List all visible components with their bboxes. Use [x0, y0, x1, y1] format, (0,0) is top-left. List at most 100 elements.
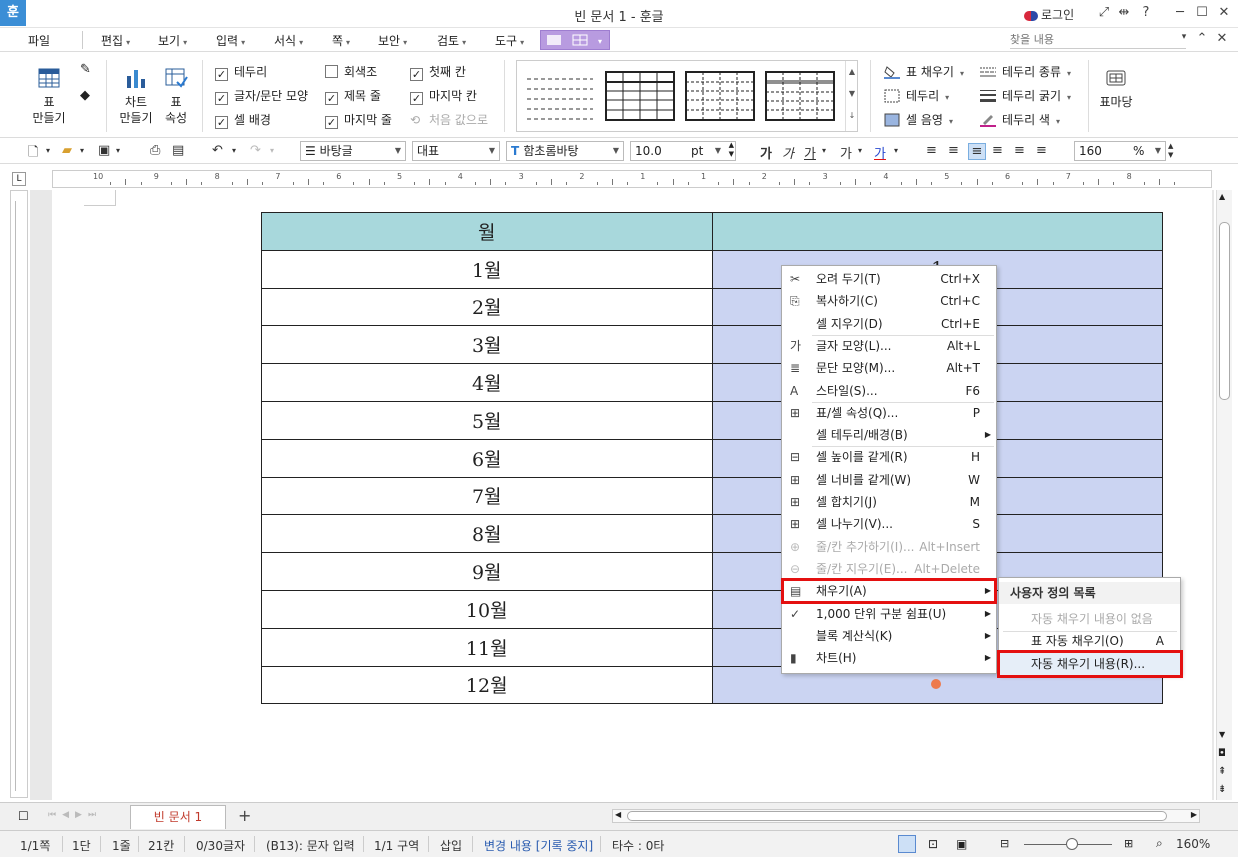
horizontal-ruler[interactable]: 10 9 8 7 6 5 4 3 2 1 1 2 3 4 5 6 7 8 — [52, 170, 1212, 188]
align-divide-icon[interactable]: ≡ — [1036, 143, 1047, 158]
preview-icon[interactable]: ▤ — [172, 143, 184, 158]
view-page-icon[interactable] — [898, 835, 916, 853]
fullscreen-icon[interactable]: ⤢ — [1096, 5, 1112, 20]
spinner-icon[interactable]: ▲ ▼ — [729, 141, 734, 159]
style-select[interactable]: ☰ 바탕글 ▼ — [300, 141, 406, 161]
menu-tools[interactable]: 도구 ▾ — [495, 32, 524, 49]
cell-shade-button[interactable]: 셀 음영 ▾ — [884, 111, 953, 129]
chevron-down-icon[interactable]: ▾ — [116, 146, 120, 155]
help-icon[interactable]: ? — [1138, 5, 1154, 20]
month-cell[interactable]: 10월 — [261, 589, 713, 629]
prev-page-icon[interactable]: ⇞ — [1218, 766, 1226, 777]
search-input[interactable] — [1010, 31, 1186, 49]
month-cell[interactable]: 12월 — [261, 665, 713, 705]
context-item-8[interactable]: ⊟ 셀 높이를 같게(R) H — [782, 446, 996, 468]
zoom-slider-knob[interactable] — [1066, 838, 1078, 850]
fill-handle-icon[interactable] — [931, 679, 941, 689]
scroll-right-icon[interactable]: ▶ — [1191, 810, 1197, 819]
menu-page[interactable]: 쪽 ▾ — [332, 32, 350, 49]
memo-icon[interactable]: ☐ — [18, 809, 29, 823]
month-cell[interactable]: 4월 — [261, 363, 713, 402]
add-tab-button[interactable]: + — [238, 806, 251, 825]
open-folder-icon[interactable]: ▰ — [62, 143, 72, 158]
font-select[interactable]: T 함초롬바탕 ▼ — [506, 141, 624, 161]
view-full-icon[interactable]: ▣ — [956, 837, 967, 851]
menu-edit[interactable]: 편집 ▾ — [101, 32, 130, 49]
border-button[interactable]: 테두리 ▾ — [884, 87, 949, 105]
chart-make-button[interactable]: 차트 만들기 — [116, 66, 156, 126]
table-fill-button[interactable]: 표 채우기 ▾ — [884, 63, 964, 81]
table-props-button[interactable]: 표 속성 — [160, 66, 192, 126]
chevron-down-icon[interactable]: ▾ — [858, 146, 862, 155]
context-item-16[interactable]: 블록 계산식(K) ▶ — [782, 625, 996, 647]
context-item-10[interactable]: ⊞ 셀 합치기(J) M — [782, 491, 996, 513]
ruler-corner-icon[interactable]: L — [12, 172, 26, 186]
menu-security[interactable]: 보안 ▾ — [378, 32, 407, 49]
maximize-icon[interactable]: ☐ — [1194, 5, 1210, 20]
vertical-scrollbar[interactable]: ▲ ▼ ◘ ⇞ ⇟ — [1216, 190, 1232, 800]
arrange-icon[interactable]: ⇹ — [1116, 5, 1132, 20]
scroll-thumb[interactable] — [1219, 222, 1230, 400]
new-doc-icon[interactable]: 🗋 — [28, 143, 38, 165]
draw-cell-icon[interactable]: ✎ — [80, 62, 96, 78]
bold-icon[interactable]: 가 — [760, 143, 772, 162]
status-page[interactable]: 1/1쪽 — [20, 837, 50, 854]
scroll-up-icon[interactable]: ▲ — [1219, 192, 1225, 201]
context-item-1[interactable]: ⎘ 복사하기(C) Ctrl+C — [782, 290, 996, 312]
chevron-down-icon[interactable]: ▾ — [894, 146, 898, 155]
char-para-checkbox[interactable]: ✓ 글자/문단 모양 — [215, 87, 308, 105]
strikeout-icon[interactable]: 가 — [840, 143, 852, 162]
table-make-button[interactable]: 표 만들기 — [30, 66, 68, 126]
menu-file[interactable]: 파일 — [28, 32, 50, 49]
title-row-checkbox[interactable]: ✓ 제목 줄 — [325, 87, 381, 105]
scroll-thumb[interactable] — [627, 811, 1167, 821]
scroll-up-icon[interactable]: ▲ — [846, 61, 858, 83]
context-item-17[interactable]: ▮ 차트(H) ▶ — [782, 647, 996, 669]
table-menu-tab[interactable]: ▾ — [540, 30, 610, 50]
italic-icon[interactable]: 가 — [782, 143, 794, 162]
border-checkbox[interactable]: ✓ 테두리 — [215, 63, 267, 81]
month-cell[interactable]: 3월 — [261, 325, 713, 365]
header-cell-value[interactable] — [711, 212, 1163, 251]
context-item-3[interactable]: 가 글자 모양(L)... Alt+L — [782, 335, 996, 357]
chevron-down-icon[interactable]: ▾ — [822, 146, 826, 155]
chevron-down-icon[interactable]: ▾ — [232, 146, 236, 155]
context-item-0[interactable]: ✂ 오려 두기(T) Ctrl+X — [782, 268, 996, 290]
table-autofill-item[interactable]: 표 자동 채우기(O) A — [999, 630, 1180, 652]
first-col-checkbox[interactable]: ✓ 첫째 칸 — [410, 63, 466, 81]
border-type-button[interactable]: 테두리 종류 ▾ — [980, 63, 1071, 81]
close-icon[interactable]: ✕ — [1216, 5, 1232, 20]
chevron-down-icon[interactable]: ▾ — [46, 146, 50, 155]
month-cell[interactable]: 5월 — [261, 400, 713, 440]
menu-insert[interactable]: 입력 ▾ — [216, 32, 245, 49]
horizontal-scrollbar[interactable]: ◀ ▶ — [612, 809, 1200, 823]
menu-view[interactable]: 보기 ▾ — [158, 32, 187, 49]
chevron-down-icon[interactable]: ▾ — [80, 146, 84, 155]
lang-select[interactable]: 대표 ▼ — [412, 141, 500, 161]
gallery-scroll[interactable]: ▲ ▼ ↓ — [845, 61, 858, 131]
context-item-6[interactable]: ⊞ 표/셀 속성(Q)... P — [782, 402, 996, 424]
status-insert-mode[interactable]: 삽입 — [440, 837, 462, 854]
context-item-15[interactable]: ✓ 1,000 단위 구분 쉼표(U) ▶ — [782, 603, 996, 625]
undo-icon[interactable]: ↶ — [212, 143, 223, 158]
vertical-ruler[interactable] — [10, 190, 28, 798]
view-width-icon[interactable]: ⊡ — [928, 837, 938, 851]
scroll-down-icon[interactable]: ▼ — [1219, 730, 1225, 739]
table-style-grid-dashed[interactable] — [685, 71, 755, 121]
table-pour-button[interactable]: 표마당 — [1096, 66, 1136, 110]
context-item-4[interactable]: ≣ 문단 모양(M)... Alt+T — [782, 357, 996, 379]
zoom-out-icon[interactable]: ⊟ — [1000, 837, 1009, 850]
next-page-icon[interactable]: ⇟ — [1218, 784, 1226, 795]
month-cell[interactable]: 9월 — [261, 552, 713, 591]
context-item-11[interactable]: ⊞ 셀 나누기(V)... S — [782, 513, 996, 535]
align-right-icon[interactable]: ≡ — [992, 143, 1003, 158]
font-size-input[interactable]: 10.0 pt ▼ ▲ ▼ — [630, 141, 736, 161]
table-style-grid-double[interactable] — [765, 71, 835, 121]
menu-format[interactable]: 서식 ▾ — [274, 32, 303, 49]
search-dropdown-icon[interactable]: ▾ — [1176, 32, 1192, 42]
month-cell[interactable]: 7월 — [261, 476, 713, 516]
print-icon[interactable]: ⎙ — [150, 143, 160, 158]
cell-bg-checkbox[interactable]: ✓ 셀 배경 — [215, 111, 271, 129]
minimize-icon[interactable]: ─ — [1172, 5, 1188, 20]
table-style-none[interactable] — [525, 71, 595, 121]
